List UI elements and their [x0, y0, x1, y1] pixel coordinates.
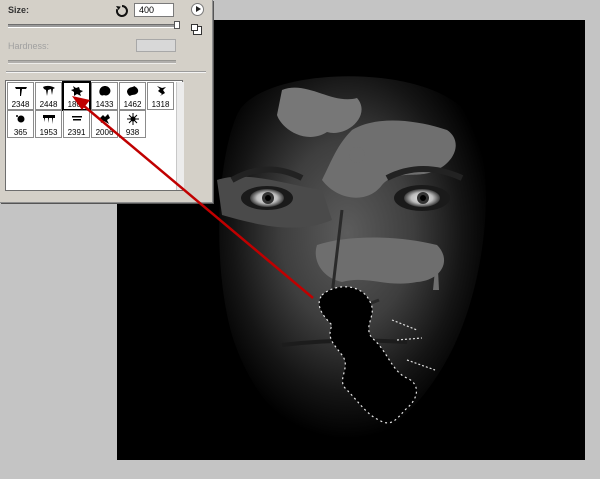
brush-size-label: 365	[13, 128, 28, 137]
hardness-field	[136, 39, 176, 52]
drop-icon	[16, 115, 25, 123]
brush-preset-item[interactable]: 2391	[63, 110, 90, 138]
small-text-icon	[72, 116, 82, 121]
size-label: Size:	[8, 5, 30, 15]
brush-preset-item[interactable]: 1318	[147, 82, 174, 110]
brush-size-label: 1433	[95, 100, 114, 109]
brush-preset-item[interactable]: 1433	[91, 82, 118, 110]
splat-drip-icon	[43, 85, 55, 96]
brush-size-label: 2391	[67, 128, 86, 137]
hardness-slider-track	[8, 60, 176, 64]
brush-preset-list: 2348 2448 1807 1433 1462 1318 365 1953 2…	[5, 80, 184, 191]
brush-preset-item-selected[interactable]: 1807	[62, 81, 91, 111]
panel-menu-icon[interactable]	[191, 3, 204, 16]
brush-preset-item[interactable]: 2448	[35, 82, 62, 110]
brush-preset-item[interactable]: 2006	[91, 110, 118, 138]
brush-size-label: 2348	[11, 100, 30, 109]
divider	[6, 71, 206, 73]
size-slider-thumb[interactable]	[174, 21, 180, 29]
blob-icon	[99, 86, 111, 96]
brush-preset-item[interactable]: 2348	[7, 82, 34, 110]
drip-blot-icon	[43, 115, 55, 124]
burst-icon	[127, 113, 139, 125]
brush-size-label: 1807	[67, 100, 86, 109]
brush-size-label: 2006	[95, 128, 114, 137]
size-slider-track[interactable]	[8, 24, 176, 28]
splatter-icon	[71, 86, 83, 96]
brush-size-label: 1953	[39, 128, 58, 137]
reset-size-icon[interactable]	[115, 4, 129, 18]
spray-streak-icon	[157, 86, 166, 96]
splash-icon	[127, 86, 139, 96]
spatter-icon	[100, 114, 110, 124]
size-field[interactable]	[134, 3, 174, 17]
brush-preset-item[interactable]: 938	[119, 110, 146, 138]
brush-size-label: 938	[125, 128, 140, 137]
brush-size-label: 2448	[39, 100, 58, 109]
brush-size-label: 1462	[123, 100, 142, 109]
brush-picker-panel: Size: Hardness: 2348 2448 1807 1433 1462	[0, 0, 213, 203]
brush-size-label: 1318	[151, 100, 170, 109]
brush-preset-item[interactable]: 1462	[119, 82, 146, 110]
brush-preset-item[interactable]: 1953	[35, 110, 62, 138]
brush-preset-item[interactable]: 365	[7, 110, 34, 138]
brush-stroke-icon	[15, 87, 27, 96]
hardness-label: Hardness:	[8, 41, 50, 51]
new-brush-preset-icon[interactable]	[191, 24, 202, 35]
brush-list-scrollbar[interactable]	[176, 82, 184, 190]
